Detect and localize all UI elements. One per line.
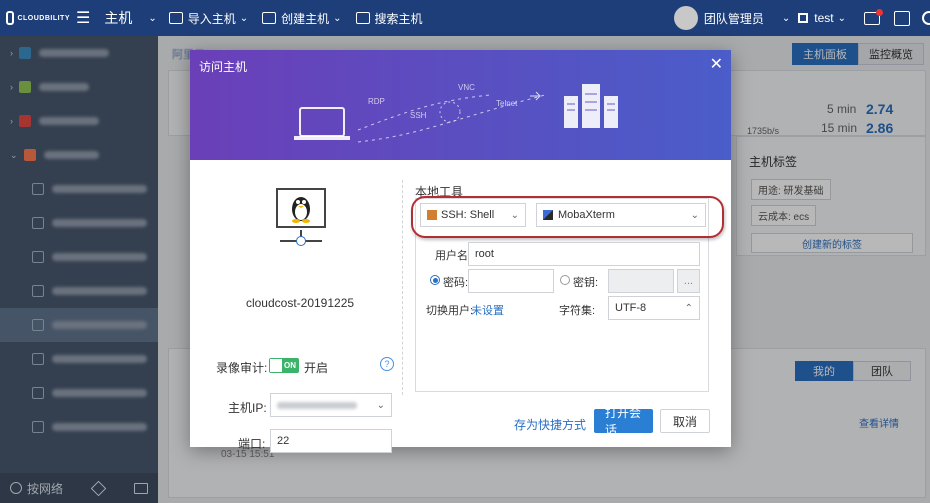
svg-text:RDP: RDP: [368, 97, 385, 106]
notification-icon[interactable]: [894, 10, 910, 26]
protocol-select[interactable]: SSH: Shell ⌄: [420, 203, 526, 227]
create-host-button[interactable]: 创建主机 ⌄: [262, 10, 342, 27]
svg-text:VNC: VNC: [458, 83, 475, 92]
record-audit-label: 录像审计:: [216, 361, 268, 375]
import-icon: [168, 12, 183, 24]
linux-icon: [276, 188, 326, 228]
open-session-button[interactable]: 打开会话: [594, 406, 653, 437]
chevron-down-icon: ⌄: [333, 12, 342, 24]
port-label: 端口:: [238, 437, 266, 451]
username-input[interactable]: root: [468, 242, 700, 266]
banner-illustration: RDP SSH VNC Telnet: [294, 83, 618, 143]
toggle-knob: [270, 359, 282, 372]
host-name: cloudcost-20191225: [245, 296, 355, 310]
mobaxterm-icon: [543, 210, 553, 220]
team-admin-label[interactable]: 团队管理员: [704, 10, 764, 27]
screen: CLOUDBILITY ☰ 主机 ⌄ 导入主机 ⌄ 创建主机 ⌄ 搜索主机 团队…: [0, 0, 930, 503]
key-radio[interactable]: [560, 275, 570, 285]
tux-icon: [292, 197, 310, 223]
host-ip-label: 主机IP:: [228, 401, 267, 415]
top-bar-right: 团队管理员 ⌄ test ⌄: [673, 0, 930, 36]
import-host-button[interactable]: 导入主机 ⌄: [168, 10, 249, 27]
chevron-down-icon: ⌄: [376, 399, 385, 411]
switch-user-link[interactable]: 未设置: [471, 302, 504, 318]
chevron-down-icon[interactable]: ⌄: [782, 13, 790, 24]
chevron-down-icon[interactable]: ⌄: [148, 13, 156, 24]
chevron-down-icon: ⌄: [510, 209, 519, 221]
save-shortcut-link[interactable]: 存为快捷方式: [514, 416, 586, 433]
port-input[interactable]: 22: [270, 429, 392, 453]
chevron-down-icon: ⌄: [690, 209, 699, 221]
create-icon: [262, 12, 277, 24]
switch-user-label: 切换用户:: [426, 305, 474, 317]
power-icon[interactable]: [922, 11, 930, 25]
charset-select[interactable]: UTF-8 ⌃: [608, 296, 700, 320]
host-info-panel: cloudcost-20191225 主机IP: ⌄ 端口: 22: [190, 160, 400, 453]
monitor-node: [296, 236, 306, 246]
key-input[interactable]: [608, 269, 674, 293]
logo: CLOUDBILITY: [0, 0, 70, 36]
top-bar: CLOUDBILITY ☰ 主机 ⌄ 导入主机 ⌄ 创建主机 ⌄ 搜索主机 团队…: [0, 0, 930, 36]
chevron-down-icon[interactable]: ⌄: [838, 13, 846, 24]
ssh-icon: [427, 210, 437, 220]
password-radio[interactable]: [430, 275, 440, 285]
user-grid-icon: [798, 13, 809, 23]
client-select[interactable]: MobaXterm ⌄: [536, 203, 706, 227]
username-label: 用户名:: [435, 250, 472, 262]
charset-label: 字符集:: [559, 305, 596, 317]
record-toggle[interactable]: ON: [269, 358, 299, 373]
password-input[interactable]: [468, 269, 554, 293]
menu-icon[interactable]: ☰: [76, 8, 90, 28]
access-host-dialog: 访问主机 ✕ RDP SSH VNC Telnet cloudcost-2019…: [190, 50, 731, 453]
chevron-up-icon: ⌃: [684, 302, 693, 314]
cancel-button[interactable]: 取消: [660, 409, 710, 433]
search-host-button[interactable]: 搜索主机: [355, 10, 423, 27]
host-ip-select[interactable]: ⌄: [270, 393, 392, 417]
host-ip-blurred: [277, 401, 357, 409]
key-label: 密钥:: [573, 277, 599, 289]
logo-text: CLOUDBILITY: [17, 14, 70, 22]
logo-icon: [6, 11, 15, 25]
svg-text:SSH: SSH: [410, 111, 427, 120]
search-icon: [355, 12, 370, 24]
password-label: 密码:: [443, 277, 469, 289]
help-icon[interactable]: ?: [380, 357, 394, 371]
avatar[interactable]: [673, 6, 698, 30]
menu-title[interactable]: 主机: [104, 8, 132, 28]
dialog-banner: 访问主机 ✕ RDP SSH VNC Telnet: [190, 50, 731, 160]
chevron-down-icon: ⌄: [239, 12, 249, 24]
record-state: 开启: [304, 361, 329, 375]
divider: [402, 180, 403, 395]
key-browse-button[interactable]: ...: [677, 269, 700, 293]
message-icon[interactable]: [864, 8, 883, 25]
svg-text:Telnet: Telnet: [496, 99, 518, 108]
user-name[interactable]: test: [814, 11, 833, 25]
